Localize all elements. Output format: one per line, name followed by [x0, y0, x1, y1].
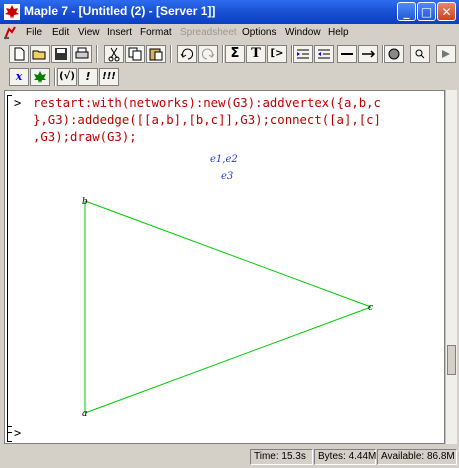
toolbar-separator — [222, 45, 224, 63]
new-icon — [14, 47, 25, 61]
paste-icon — [149, 48, 163, 61]
triple-exclamation-icon: !!! — [102, 71, 116, 82]
indent-icon — [297, 49, 309, 59]
menu-format[interactable]: Format — [140, 27, 172, 38]
context-toolbar: x (√) ! !!! — [0, 66, 459, 88]
minimize-button[interactable]: _ — [397, 2, 416, 21]
sqrt-icon: (√) — [59, 71, 75, 82]
stop-icon — [388, 48, 400, 60]
stop-button[interactable] — [384, 45, 404, 63]
menu-edit[interactable]: Edit — [52, 27, 69, 38]
worksheet[interactable]: > restart:with(networks):new(G3):addvert… — [4, 90, 445, 444]
text-icon: T — [251, 46, 261, 61]
expand-icon — [362, 50, 376, 58]
open-button[interactable] — [30, 45, 50, 63]
status-bar: Time: 15.3s Bytes: 4.44M Available: 86.8… — [0, 446, 459, 468]
maple-input-button[interactable] — [30, 68, 50, 86]
print-button[interactable] — [72, 45, 92, 63]
save-button[interactable] — [51, 45, 71, 63]
main-toolbar: Σ T [> — [0, 42, 459, 66]
restart-icon — [442, 50, 450, 58]
vertical-scrollbar[interactable] — [445, 90, 457, 444]
menu-file[interactable]: File — [26, 27, 42, 38]
maple-leaf-icon — [4, 4, 20, 20]
menu-help[interactable]: Help — [328, 27, 349, 38]
menu-spreadsheet[interactable]: Spreadsheet — [180, 27, 237, 38]
maximize-button[interactable]: □ — [417, 2, 436, 21]
x-icon: x — [15, 70, 23, 83]
cut-button[interactable] — [104, 45, 124, 63]
status-available: Available: 86.8M — [377, 449, 457, 465]
document-menu-icon[interactable] — [3, 26, 17, 40]
function-button[interactable]: (√) — [57, 68, 77, 86]
collapse-icon — [341, 53, 353, 55]
cut-icon — [108, 47, 120, 62]
outdent-icon — [318, 49, 330, 59]
status-bytes: Bytes: 4.44M — [314, 449, 376, 465]
print-icon — [75, 47, 89, 59]
edge-c-a — [84, 306, 372, 414]
prompt-icon: [> — [270, 48, 284, 59]
math-input-button[interactable]: Σ — [225, 45, 245, 63]
menu-view[interactable]: View — [78, 27, 100, 38]
indent-button[interactable] — [293, 45, 313, 63]
vertex-label-a: a — [82, 409, 87, 419]
undo-icon — [180, 48, 194, 60]
undo-button[interactable] — [177, 45, 197, 63]
sigma-icon: Σ — [230, 46, 240, 61]
outdent-button[interactable] — [314, 45, 334, 63]
copy-button[interactable] — [125, 45, 145, 63]
text-input-button[interactable]: T — [246, 45, 266, 63]
math-mode-button[interactable]: x — [9, 68, 29, 86]
menu-bar: File Edit View Insert Format Spreadsheet… — [0, 24, 459, 42]
new-button[interactable] — [9, 45, 29, 63]
insert-prompt-button[interactable]: [> — [267, 45, 287, 63]
edge-b-c — [84, 200, 372, 308]
execute-button[interactable]: ! — [78, 68, 98, 86]
close-button[interactable]: ✕ — [437, 2, 456, 21]
toolbar-separator — [170, 45, 172, 63]
collapse-button[interactable] — [337, 45, 357, 63]
toolbar-separator — [96, 45, 98, 63]
vertex-label-c: c — [368, 303, 373, 313]
zoom-icon — [415, 49, 425, 59]
vertex-label-b: b — [82, 197, 88, 207]
copy-icon — [128, 47, 142, 61]
status-time: Time: 15.3s — [250, 449, 313, 465]
menu-window[interactable]: Window — [285, 27, 321, 38]
network-graph-plot[interactable]: b c a — [5, 91, 445, 444]
open-icon — [32, 50, 46, 60]
exclamation-icon: ! — [85, 70, 91, 83]
maple-window: Maple 7 - [Untitled (2) - [Server 1]] _ … — [0, 0, 459, 468]
command-prompt: > — [14, 426, 22, 440]
save-icon — [55, 48, 67, 60]
scrollbar-thumb[interactable] — [447, 345, 456, 375]
restart-button[interactable] — [436, 45, 456, 63]
maple-leaf-green-icon — [34, 71, 46, 83]
title-bar[interactable]: Maple 7 - [Untitled (2) - [Server 1]] _ … — [0, 0, 459, 24]
paste-button[interactable] — [146, 45, 166, 63]
expand-button[interactable] — [358, 45, 378, 63]
execution-group-bracket[interactable] — [7, 426, 12, 442]
redo-button[interactable] — [198, 45, 218, 63]
toolbar-separator — [54, 68, 56, 86]
menu-insert[interactable]: Insert — [107, 27, 132, 38]
redo-icon — [201, 48, 215, 60]
window-title: Maple 7 - [Untitled (2) - [Server 1]] — [24, 4, 216, 18]
menu-options[interactable]: Options — [242, 27, 276, 38]
execute-all-button[interactable]: !!! — [99, 68, 119, 86]
zoom-button[interactable] — [410, 45, 430, 63]
